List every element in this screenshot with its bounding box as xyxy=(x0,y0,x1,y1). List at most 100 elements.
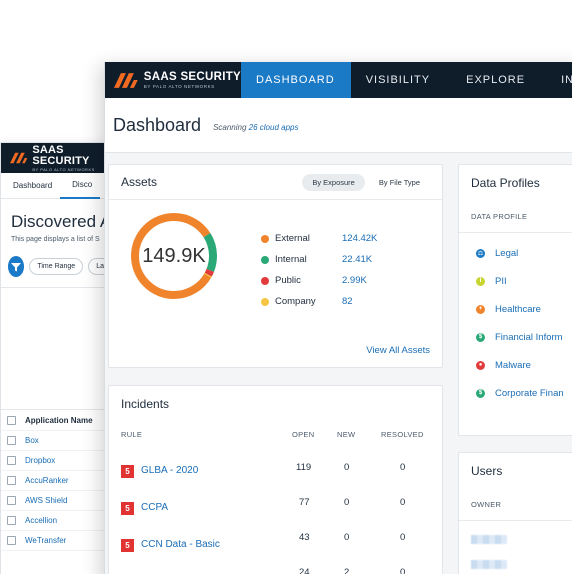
table-row: WeTransfer xyxy=(1,531,112,551)
legend-public[interactable]: Public 2.99K xyxy=(261,270,377,291)
back-tab-dashboard[interactable]: Dashboard xyxy=(1,173,60,199)
page-header: Dashboard Scanning 26 cloud apps xyxy=(105,98,572,153)
app-link[interactable]: AWS Shield xyxy=(25,496,67,505)
back-page-subtitle: This page displays a list of S xyxy=(11,236,100,243)
back-tab-discovered[interactable]: Disco xyxy=(60,173,101,199)
legal-icon: ⚖ xyxy=(476,248,485,258)
select-all-checkbox[interactable] xyxy=(7,415,16,425)
app-link[interactable]: AccuRanker xyxy=(25,476,69,485)
resolved-count: 0 xyxy=(400,462,406,473)
col-resolved: RESOLVED xyxy=(381,430,424,439)
app-link[interactable]: Box xyxy=(25,436,39,445)
rule-link[interactable]: CCN Data - Basic xyxy=(141,539,220,550)
incidents-header: RULE OPEN NEW RESOLVED xyxy=(109,430,442,454)
table-row[interactable]: 5 GLBA - 2020 119 0 0 xyxy=(109,454,442,491)
legend-value[interactable]: 82 xyxy=(342,296,353,307)
legend-dot xyxy=(261,297,269,306)
profile-link[interactable]: Corporate Finan xyxy=(495,388,564,399)
resolved-count: 0 xyxy=(400,497,406,508)
assets-legend: External 124.42K Internal 22.41K Public … xyxy=(261,228,377,312)
pii-icon: I xyxy=(476,276,485,286)
new-count: 0 xyxy=(344,532,350,543)
filter-icon xyxy=(11,262,22,271)
app-link[interactable]: Accellion xyxy=(25,516,57,525)
scanning-label: Scanning xyxy=(213,123,247,132)
filter-button[interactable] xyxy=(8,256,25,277)
rule-link[interactable]: CCPA xyxy=(141,502,168,513)
view-all-assets-link[interactable]: View All Assets xyxy=(366,345,430,356)
by-exposure-button[interactable]: By Exposure xyxy=(302,174,365,191)
brand-name: SAAS SECURITY xyxy=(143,71,241,84)
data-profiles-title: Data Profiles xyxy=(471,175,540,190)
table-row[interactable]: 24 2 0 xyxy=(109,565,442,574)
tab-dashboard[interactable]: DASHBOARD xyxy=(241,62,351,98)
profile-row-financial[interactable]: $ Financial Inform xyxy=(459,323,572,351)
legend-label: Company xyxy=(275,296,316,307)
malware-icon: ● xyxy=(476,360,485,370)
tab-visibility[interactable]: VISIBILITY xyxy=(351,62,451,98)
back-top-bar: SAAS SECURITY BY PALO ALTO NETWORKS xyxy=(1,143,112,173)
app-table: Application Name Box Dropbox AccuRanker … xyxy=(1,409,112,551)
legend-dot xyxy=(261,234,269,243)
open-count: 77 xyxy=(299,497,310,508)
legend-company[interactable]: Company 82 xyxy=(261,291,377,312)
time-range-filter[interactable]: Time Range xyxy=(29,258,84,275)
healthcare-icon: + xyxy=(476,304,485,314)
tab-explore[interactable]: EXPLORE xyxy=(451,62,546,98)
new-count: 2 xyxy=(344,567,350,574)
row-checkbox[interactable] xyxy=(7,456,16,465)
legend-external[interactable]: External 124.42K xyxy=(261,228,377,249)
profile-row-legal[interactable]: ⚖ Legal xyxy=(459,239,572,267)
open-count: 24 xyxy=(299,567,310,574)
new-count: 0 xyxy=(344,497,350,508)
col-rule: RULE xyxy=(121,430,143,439)
row-checkbox[interactable] xyxy=(7,496,16,505)
back-filter-bar: Time Range La xyxy=(8,256,112,277)
profile-link[interactable]: Healthcare xyxy=(495,304,541,315)
profile-link[interactable]: Legal xyxy=(495,248,518,259)
table-row: Dropbox xyxy=(1,451,112,471)
table-row[interactable]: 5 CCPA 77 0 0 xyxy=(109,491,442,528)
profile-row-malware[interactable]: ● Malware xyxy=(459,351,572,379)
legend-internal[interactable]: Internal 22.41K xyxy=(261,249,377,270)
brand-logo-icon xyxy=(10,152,28,164)
legend-value[interactable]: 2.99K xyxy=(342,275,367,286)
cloud-apps-link[interactable]: 26 cloud apps xyxy=(249,123,299,132)
legend-value[interactable]: 22.41K xyxy=(342,254,372,265)
app-link[interactable]: WeTransfer xyxy=(25,536,66,545)
legend-label: External xyxy=(275,233,310,244)
brand-logo-icon xyxy=(114,72,138,88)
severity-badge: 5 xyxy=(121,539,134,552)
profile-row-corporate-finance[interactable]: $ Corporate Finan xyxy=(459,379,572,407)
row-checkbox[interactable] xyxy=(7,436,16,445)
row-checkbox[interactable] xyxy=(7,516,16,525)
back-tabs: Dashboard Disco xyxy=(1,173,112,199)
row-checkbox[interactable] xyxy=(7,536,16,545)
col-open: OPEN xyxy=(292,430,315,439)
profile-row-healthcare[interactable]: + Healthcare xyxy=(459,295,572,323)
rule-link[interactable]: GLBA - 2020 xyxy=(141,465,198,476)
table-row[interactable]: 5 CCN Data - Basic 43 0 0 xyxy=(109,528,442,565)
owner-avatar-blurred xyxy=(471,560,507,569)
incidents-card: Incidents RULE OPEN NEW RESOLVED 5 GLBA … xyxy=(108,385,443,574)
app-link[interactable]: Dropbox xyxy=(25,456,55,465)
financial-icon: $ xyxy=(476,332,485,342)
profile-link[interactable]: PII xyxy=(495,276,507,287)
brand[interactable]: SAAS SECURITY BY PALO ALTO NETWORKS xyxy=(105,62,241,98)
profile-link[interactable]: Malware xyxy=(495,360,531,371)
users-card: Users OWNER xyxy=(458,452,572,574)
tab-incidents[interactable]: INCIDENTS xyxy=(546,62,572,98)
legend-value[interactable]: 124.42K xyxy=(342,233,377,244)
by-file-type-button[interactable]: By File Type xyxy=(369,174,430,191)
data-profile-col: DATA PROFILE xyxy=(459,200,572,233)
legend-label: Public xyxy=(275,275,301,286)
owner-avatar-blurred xyxy=(471,535,507,544)
col-new: NEW xyxy=(337,430,356,439)
resolved-count: 0 xyxy=(400,567,406,574)
data-profiles-card: Data Profiles DATA PROFILE ⚖ Legal I PII… xyxy=(458,164,572,436)
table-row: Box xyxy=(1,431,112,451)
page-title: Dashboard xyxy=(113,114,202,135)
profile-row-pii[interactable]: I PII xyxy=(459,267,572,295)
row-checkbox[interactable] xyxy=(7,476,16,485)
profile-link[interactable]: Financial Inform xyxy=(495,332,563,343)
